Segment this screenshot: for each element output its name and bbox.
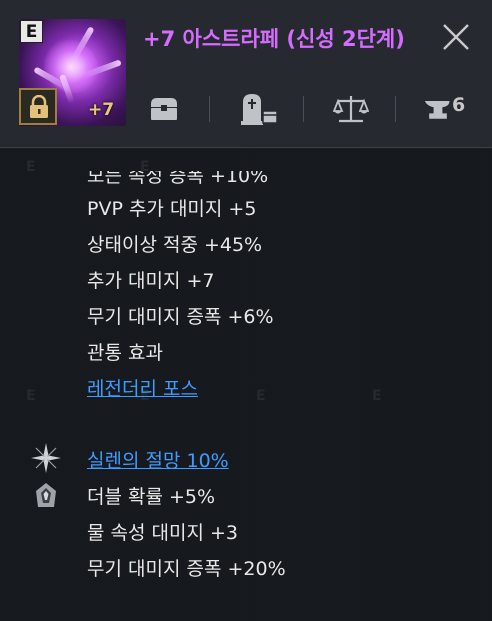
four-point-star-icon bbox=[31, 443, 61, 473]
balance-scale-icon bbox=[333, 96, 369, 123]
tooltip-body: E E E E E E 모든 속성 증폭 +10% PVP 추가 대미지 +5 … bbox=[0, 149, 492, 621]
stat-line: 모든 속성 증폭 +10% bbox=[87, 165, 269, 187]
stat-line: 상태이상 적중 +45% bbox=[87, 234, 263, 256]
durability-value: 6 bbox=[452, 94, 466, 116]
grade-badge: E bbox=[20, 20, 43, 43]
tooltip-header: E +7 +7 아스트라페 (신성 2단계) 6 bbox=[0, 0, 492, 148]
anvil-icon bbox=[424, 101, 450, 119]
legendary-force-link[interactable]: 레전더리 포스 bbox=[87, 374, 198, 401]
stat-line: 무기 대미지 증폭 +20% bbox=[87, 558, 286, 580]
stat-line: PVP 추가 대미지 +5 bbox=[87, 198, 257, 220]
enhance-level: +7 bbox=[88, 100, 115, 120]
item-property-icons bbox=[143, 92, 483, 126]
item-tooltip: E +7 +7 아스트라페 (신성 2단계) 6 E E E E E E 모든 … bbox=[0, 0, 492, 621]
tombstone-box-icon bbox=[241, 94, 278, 125]
item-title: +7 아스트라페 (신성 2단계) bbox=[143, 27, 405, 51]
stat-line: 추가 대미지 +7 bbox=[87, 270, 215, 292]
special-effect-link[interactable]: 실렌의 절망 10% bbox=[87, 446, 229, 473]
stat-line: 더블 확률 +5% bbox=[87, 486, 216, 508]
lock-icon bbox=[30, 95, 48, 118]
close-icon[interactable] bbox=[441, 22, 471, 52]
lock-button[interactable] bbox=[19, 88, 57, 125]
crystal-icon bbox=[36, 483, 56, 507]
stat-line: 무기 대미지 증폭 +6% bbox=[87, 306, 274, 328]
chest-icon bbox=[151, 98, 177, 120]
stat-line: 관통 효과 bbox=[87, 342, 163, 364]
stat-line: 물 속성 대미지 +3 bbox=[87, 522, 239, 544]
